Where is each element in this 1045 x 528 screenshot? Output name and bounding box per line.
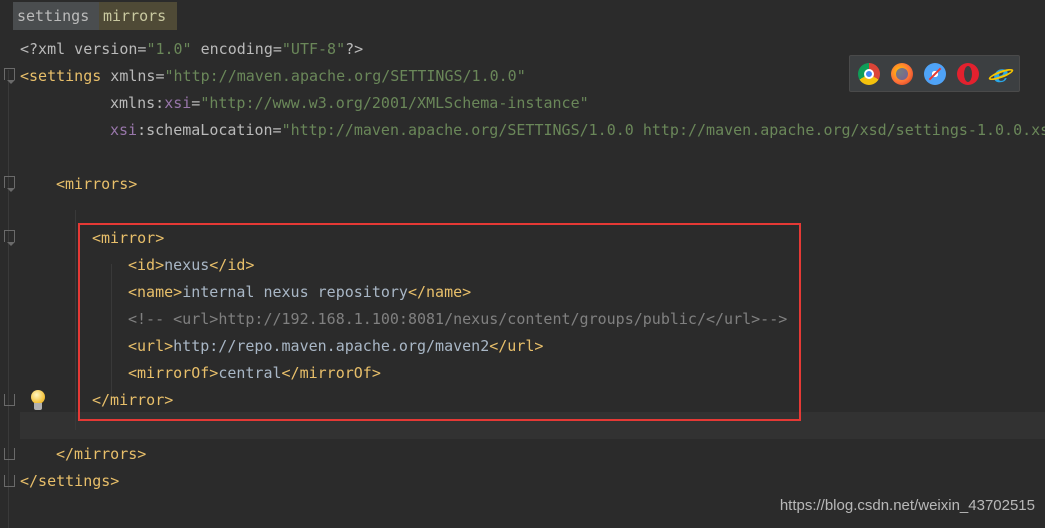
fold-toggle-settings[interactable] bbox=[4, 68, 15, 84]
fold-toggle-mirrors[interactable] bbox=[4, 176, 15, 192]
breadcrumb: settings mirrors bbox=[0, 0, 1045, 30]
breadcrumb-item-settings[interactable]: settings bbox=[13, 2, 101, 30]
fold-end-mirror[interactable] bbox=[4, 394, 15, 406]
breadcrumb-item-mirrors[interactable]: mirrors bbox=[99, 2, 177, 30]
annotation-highlight-box bbox=[78, 223, 801, 421]
code-line-settings-close: </settings> bbox=[20, 472, 120, 490]
lightbulb-icon[interactable] bbox=[28, 389, 48, 413]
ie-icon[interactable]: e bbox=[990, 62, 1012, 86]
fold-end-mirrors[interactable] bbox=[4, 448, 15, 460]
firefox-icon[interactable] bbox=[891, 63, 913, 85]
fold-toggle-mirror[interactable] bbox=[4, 230, 15, 246]
chrome-icon[interactable] bbox=[858, 63, 880, 85]
code-line-3: xmlns:xsi="http://www.w3.org/2001/XMLSch… bbox=[110, 94, 589, 112]
browser-preview-bar: e bbox=[849, 55, 1020, 92]
indent-guide bbox=[75, 210, 76, 430]
safari-icon[interactable] bbox=[924, 63, 946, 85]
editor-gutter bbox=[0, 30, 20, 528]
code-line-mirrors-open: <mirrors> bbox=[56, 175, 138, 193]
opera-icon[interactable] bbox=[957, 63, 979, 85]
code-line-mirrors-close: </mirrors> bbox=[56, 445, 147, 463]
code-line-2: <settings xmlns="http://maven.apache.org… bbox=[20, 67, 526, 85]
code-line-4: xsi:schemaLocation="http://maven.apache.… bbox=[110, 121, 1045, 139]
fold-end-settings[interactable] bbox=[4, 475, 15, 487]
code-line-1: <?xml version="1.0" encoding="UTF-8"?> bbox=[20, 40, 364, 58]
watermark: https://blog.csdn.net/weixin_43702515 bbox=[779, 497, 1035, 514]
